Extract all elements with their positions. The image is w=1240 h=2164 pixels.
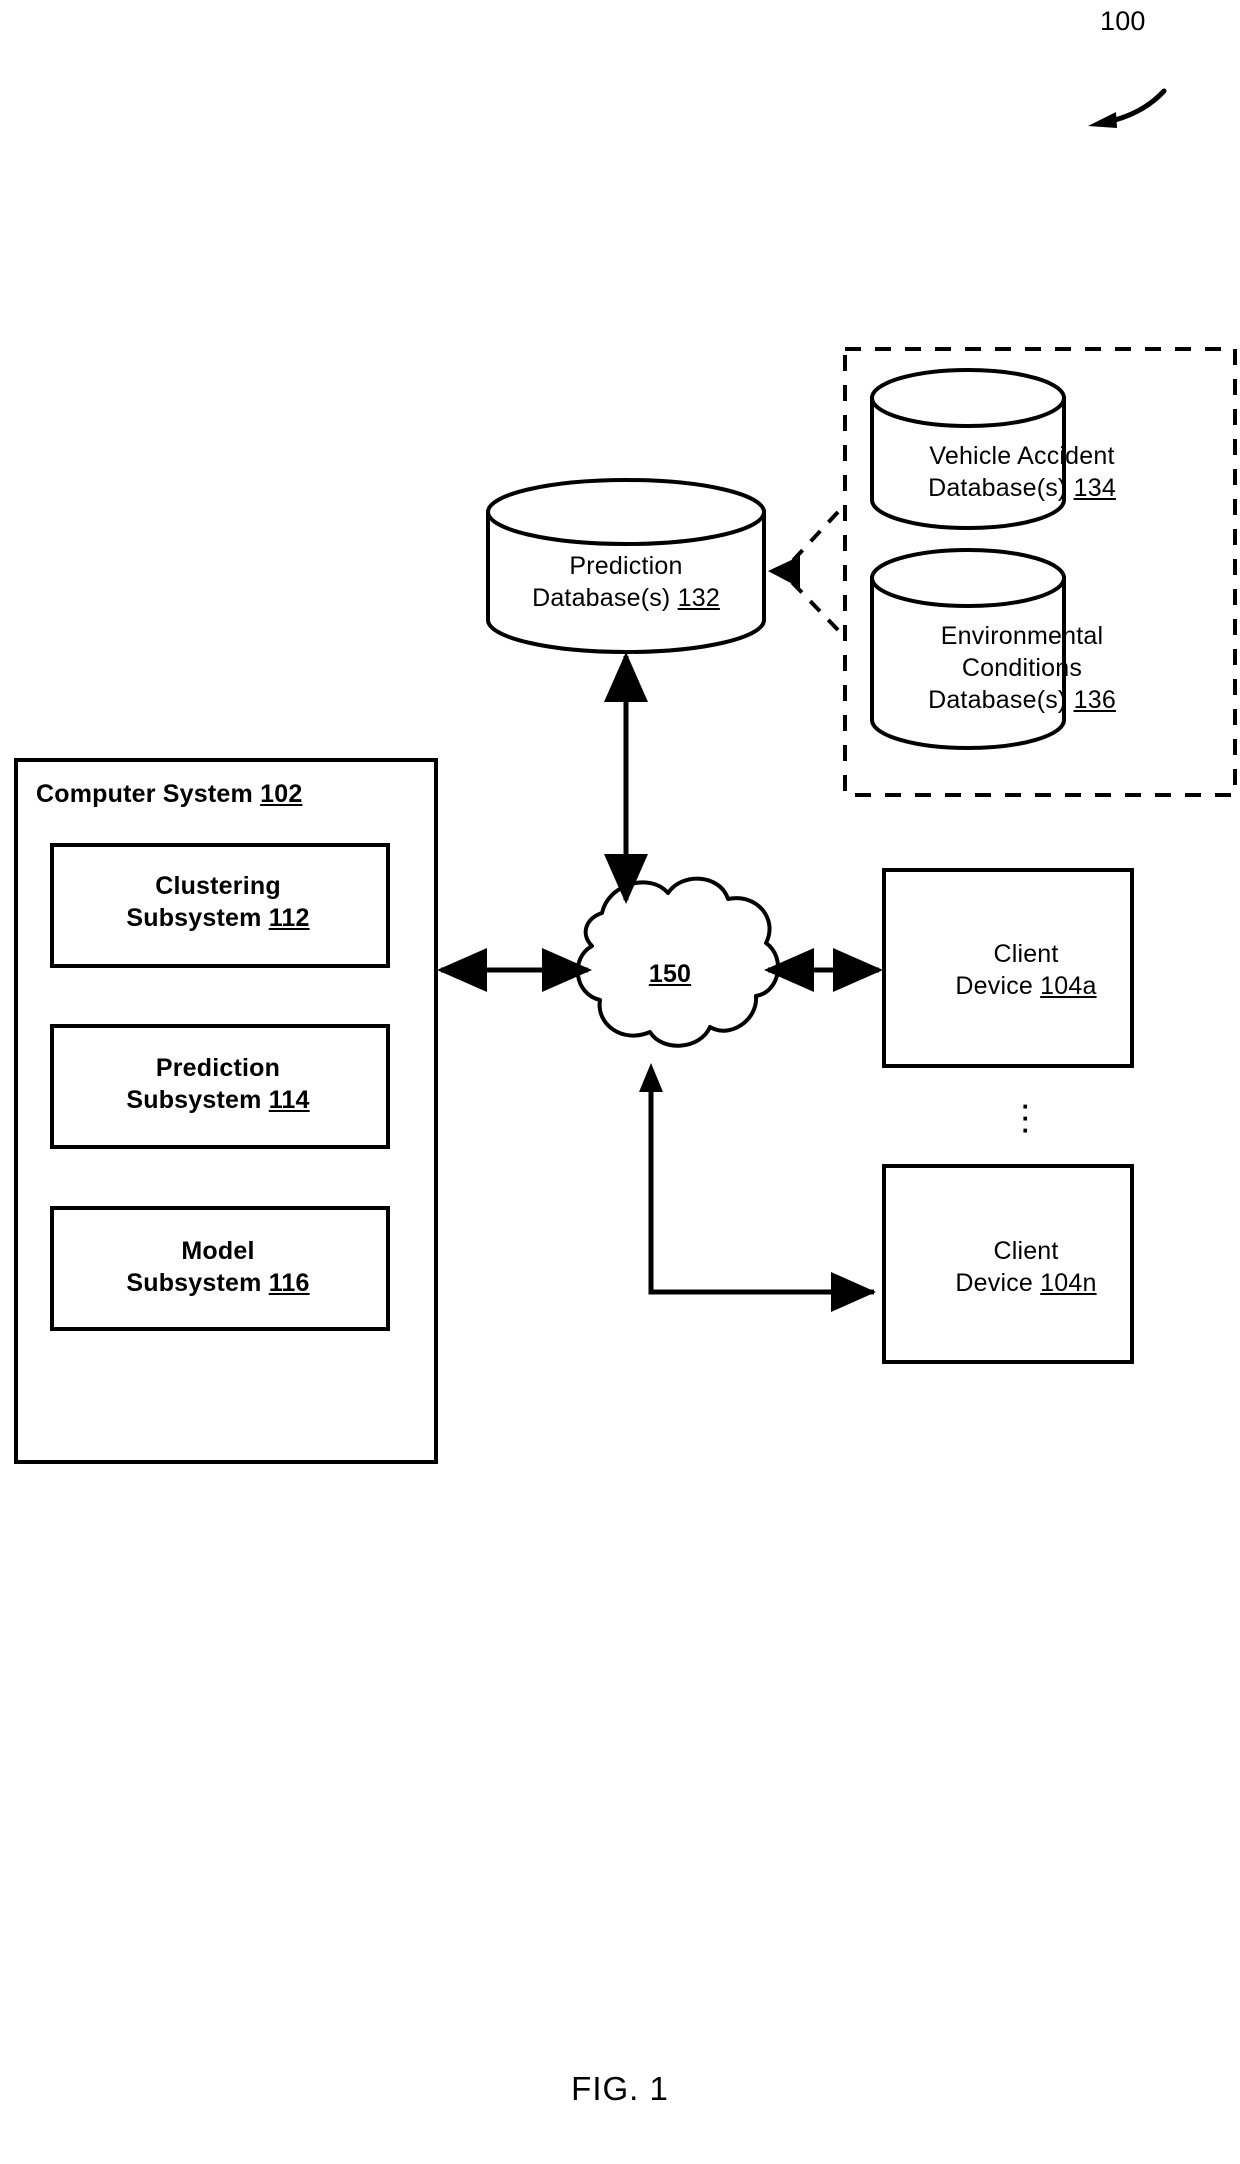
model-subsystem-label: Model Subsystem 116	[58, 1235, 378, 1299]
client-device-104n-label: Client Device 104n	[900, 1235, 1152, 1299]
client-a-ref: 104a	[1040, 972, 1097, 1000]
clustering-subsystem-label: Clustering Subsystem 112	[58, 870, 378, 934]
model-sub-line2: Subsystem	[126, 1269, 262, 1297]
figure-caption: FIG. 1	[571, 2070, 669, 2107]
client-a-line1: Client	[993, 940, 1059, 968]
patent-figure-1: 100 Prediction Database(s) 132 Vehicle A…	[0, 0, 1240, 2164]
callout-arrow-icon	[1088, 88, 1167, 128]
client-n-line2: Device	[955, 1269, 1034, 1297]
environmental-line3: Database(s)	[928, 686, 1067, 714]
prediction-sub-line1: Prediction	[155, 1054, 281, 1082]
arrow-network-to-client-104n	[639, 1063, 876, 1312]
network-ref: 150	[648, 960, 692, 988]
prediction-database-ref: 132	[677, 584, 720, 612]
network-label: 150	[600, 958, 740, 990]
prediction-database-line1: Prediction	[569, 552, 683, 580]
computer-system-title-text: Computer System	[36, 780, 253, 808]
clustering-ref: 112	[268, 904, 310, 932]
computer-system-ref: 102	[260, 780, 303, 808]
computer-system-title: Computer System 102	[36, 778, 376, 810]
prediction-database-label: Prediction Database(s) 132	[478, 550, 774, 614]
vertical-ellipsis-icon: · · ·	[1000, 1093, 1052, 1145]
environmental-line2: Conditions	[961, 654, 1083, 682]
prediction-database-line2: Database(s)	[532, 584, 671, 612]
prediction-sub-line2: Subsystem	[126, 1086, 262, 1114]
model-sub-ref: 116	[268, 1269, 310, 1297]
vehicle-accident-database-label: Vehicle Accident Database(s) 134	[862, 440, 1182, 504]
vehicle-accident-line2: Database(s)	[928, 474, 1067, 502]
ellipsis-dot-3: ·	[1021, 1115, 1031, 1145]
environmental-ref: 136	[1073, 686, 1116, 714]
callout-reference-100: 100	[1100, 6, 1146, 36]
environmental-line1: Environmental	[940, 622, 1104, 650]
vehicle-accident-line1: Vehicle Accident	[929, 442, 1115, 470]
model-sub-line1: Model	[181, 1237, 255, 1265]
client-device-104a-label: Client Device 104a	[900, 938, 1152, 1002]
environmental-conditions-database-label: Environmental Conditions Database(s) 136	[862, 620, 1182, 716]
client-a-line2: Device	[955, 972, 1034, 1000]
dashed-link-databases-to-prediction	[768, 510, 840, 632]
vehicle-accident-ref: 134	[1073, 474, 1116, 502]
clustering-line1: Clustering	[155, 872, 281, 900]
prediction-subsystem-label: Prediction Subsystem 114	[58, 1052, 378, 1116]
prediction-sub-ref: 114	[268, 1086, 310, 1114]
clustering-line2: Subsystem	[126, 904, 262, 932]
client-n-line1: Client	[993, 1237, 1059, 1265]
client-n-ref: 104n	[1040, 1269, 1097, 1297]
